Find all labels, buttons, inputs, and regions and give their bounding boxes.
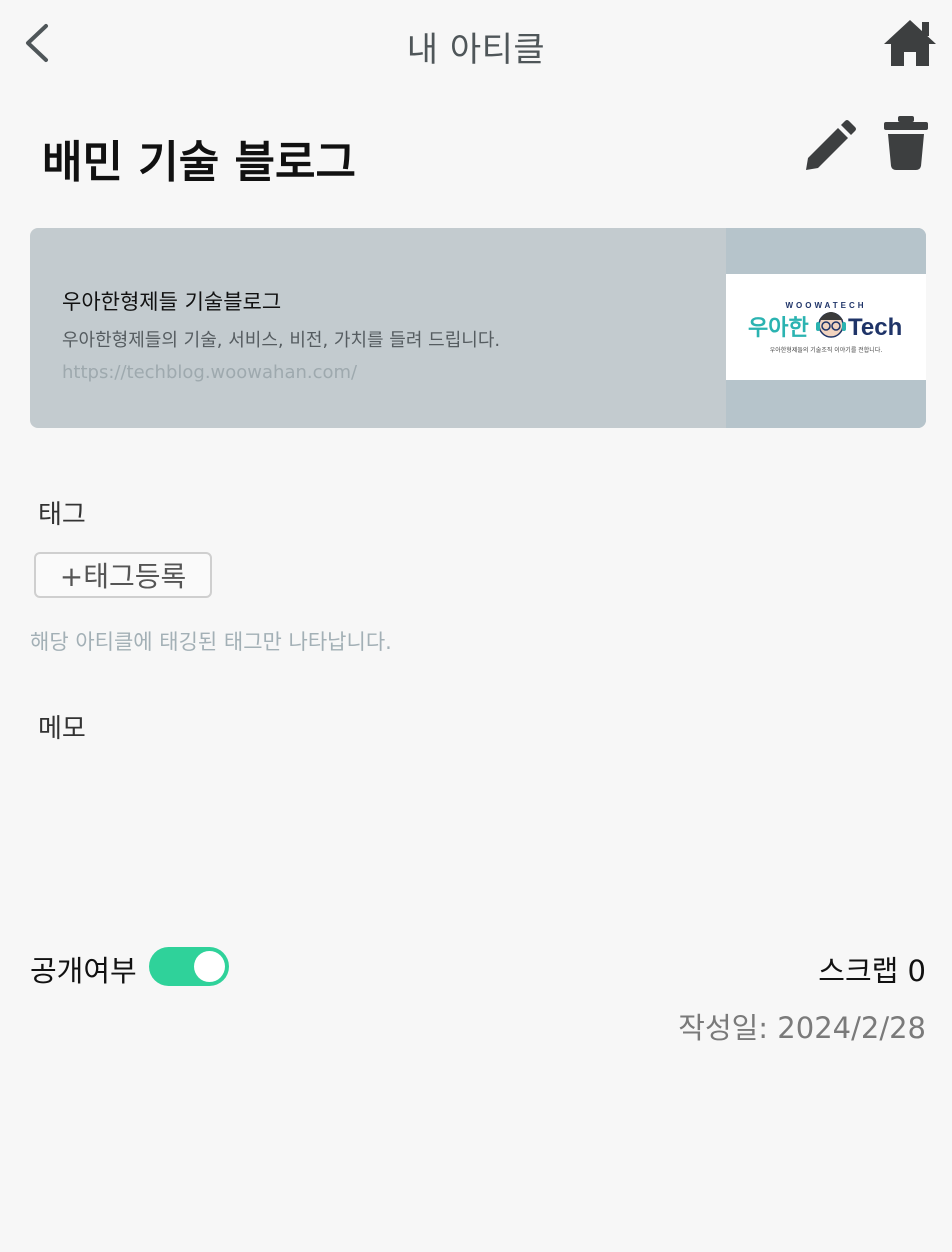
woowatech-logo: WOOWATECH 우아한 Tech 우아한형제들의 기술조직 이야기를 전합니… <box>748 301 902 354</box>
logo-top-text: WOOWATECH <box>785 301 866 310</box>
public-label: 공개여부 <box>30 954 137 988</box>
toggle-knob <box>194 951 225 982</box>
mascot-icon <box>816 312 846 338</box>
add-tag-button[interactable]: +태그등록 <box>34 552 212 598</box>
logo-english-text: Tech <box>848 314 902 341</box>
home-button[interactable] <box>882 16 938 72</box>
preview-text-block: 우아한형제들 기술블로그 우아한형제들의 기술, 서비스, 비전, 가치를 들려… <box>62 286 702 383</box>
tags-hint: 해당 아티클에 태깅된 태그만 나타납니다. <box>30 630 392 654</box>
scrap-count: 스크랩 0 <box>818 954 926 988</box>
edit-button[interactable] <box>800 118 858 176</box>
trash-icon <box>884 116 928 170</box>
preview-thumbnail: WOOWATECH 우아한 Tech 우아한형제들의 기술조직 이야기를 전합니… <box>726 274 926 380</box>
logo-tagline: 우아한형제들의 기술조직 이야기를 전합니다. <box>770 346 883 354</box>
preview-site-name: 우아한형제들 기술블로그 <box>62 290 282 314</box>
link-preview-card[interactable]: 우아한형제들 기술블로그 우아한형제들의 기술, 서비스, 비전, 가치를 들려… <box>30 228 926 428</box>
preview-url: https://techblog.woowahan.com/ <box>62 362 358 383</box>
delete-button[interactable] <box>880 114 932 172</box>
logo-korean-text: 우아한 <box>748 316 809 341</box>
home-icon <box>884 20 936 66</box>
public-toggle[interactable] <box>149 947 229 986</box>
header-title: 내 아티클 <box>406 30 546 70</box>
pencil-icon <box>806 120 856 170</box>
article-title: 배민 기술 블로그 <box>42 137 356 188</box>
memo-label: 메모 <box>38 714 86 744</box>
tags-label: 태그 <box>38 500 86 530</box>
created-date: 작성일: 2024/2/28 <box>678 1011 926 1045</box>
memo-input[interactable] <box>30 748 930 912</box>
preview-description: 우아한형제들의 기술, 서비스, 비전, 가치를 들려 드립니다. <box>62 330 501 351</box>
